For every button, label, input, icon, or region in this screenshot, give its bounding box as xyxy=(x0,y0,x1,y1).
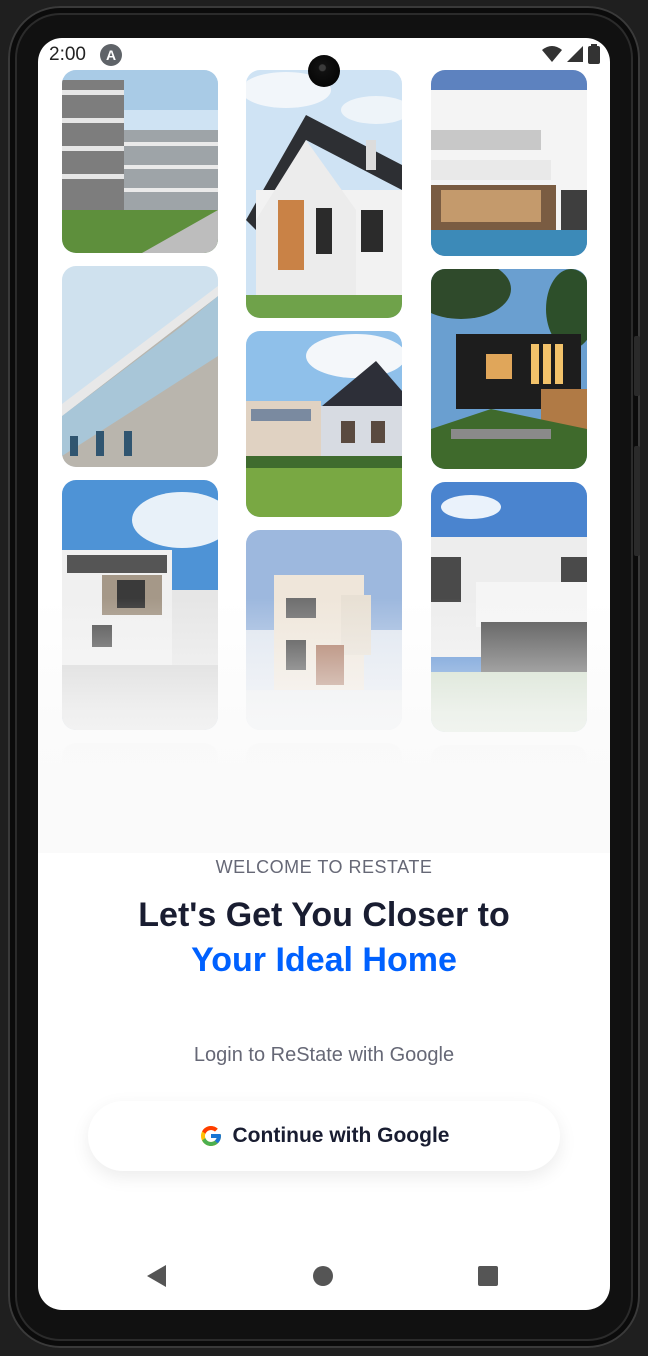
power-button xyxy=(634,446,640,556)
property-image-black-box-house xyxy=(431,269,587,469)
google-icon xyxy=(200,1126,221,1146)
property-image-white-gable-house xyxy=(246,70,402,318)
front-camera xyxy=(308,55,340,87)
recent-apps-icon[interactable] xyxy=(478,1266,498,1286)
login-prompt: Login to ReState with Google xyxy=(193,1044,455,1066)
gallery-fade-overlay xyxy=(38,598,610,853)
android-nav-bar xyxy=(38,1250,610,1300)
phone-screen: 2:00 A WELCOME TO RESTATE Let's Get You … xyxy=(38,38,610,1310)
home-icon[interactable] xyxy=(313,1266,333,1286)
continue-with-google-button[interactable]: Continue with Google xyxy=(88,1101,560,1171)
property-image-wooden-porch-house xyxy=(246,331,402,517)
headline-line1: Let's Get You Closer to xyxy=(138,896,510,934)
app-notification-icon: A xyxy=(100,44,122,66)
property-gallery xyxy=(38,38,610,853)
status-time: 2:00 xyxy=(49,44,86,65)
google-button-label: Continue with Google xyxy=(232,1124,450,1147)
property-image-modern-villa-pool xyxy=(431,70,587,256)
property-image-facade-angle xyxy=(62,266,218,467)
cellular-signal-icon xyxy=(567,46,583,62)
back-icon[interactable] xyxy=(147,1265,166,1287)
volume-button xyxy=(634,336,640,396)
welcome-eyebrow: WELCOME TO RESTATE xyxy=(215,857,433,877)
battery-icon xyxy=(588,44,600,64)
headline: Let's Get You Closer to Your Ideal Home xyxy=(38,893,610,983)
status-icons xyxy=(542,44,600,64)
headline-accent: Your Ideal Home xyxy=(191,941,457,979)
wifi-icon xyxy=(542,46,562,62)
property-image-apartment-block xyxy=(62,70,218,253)
